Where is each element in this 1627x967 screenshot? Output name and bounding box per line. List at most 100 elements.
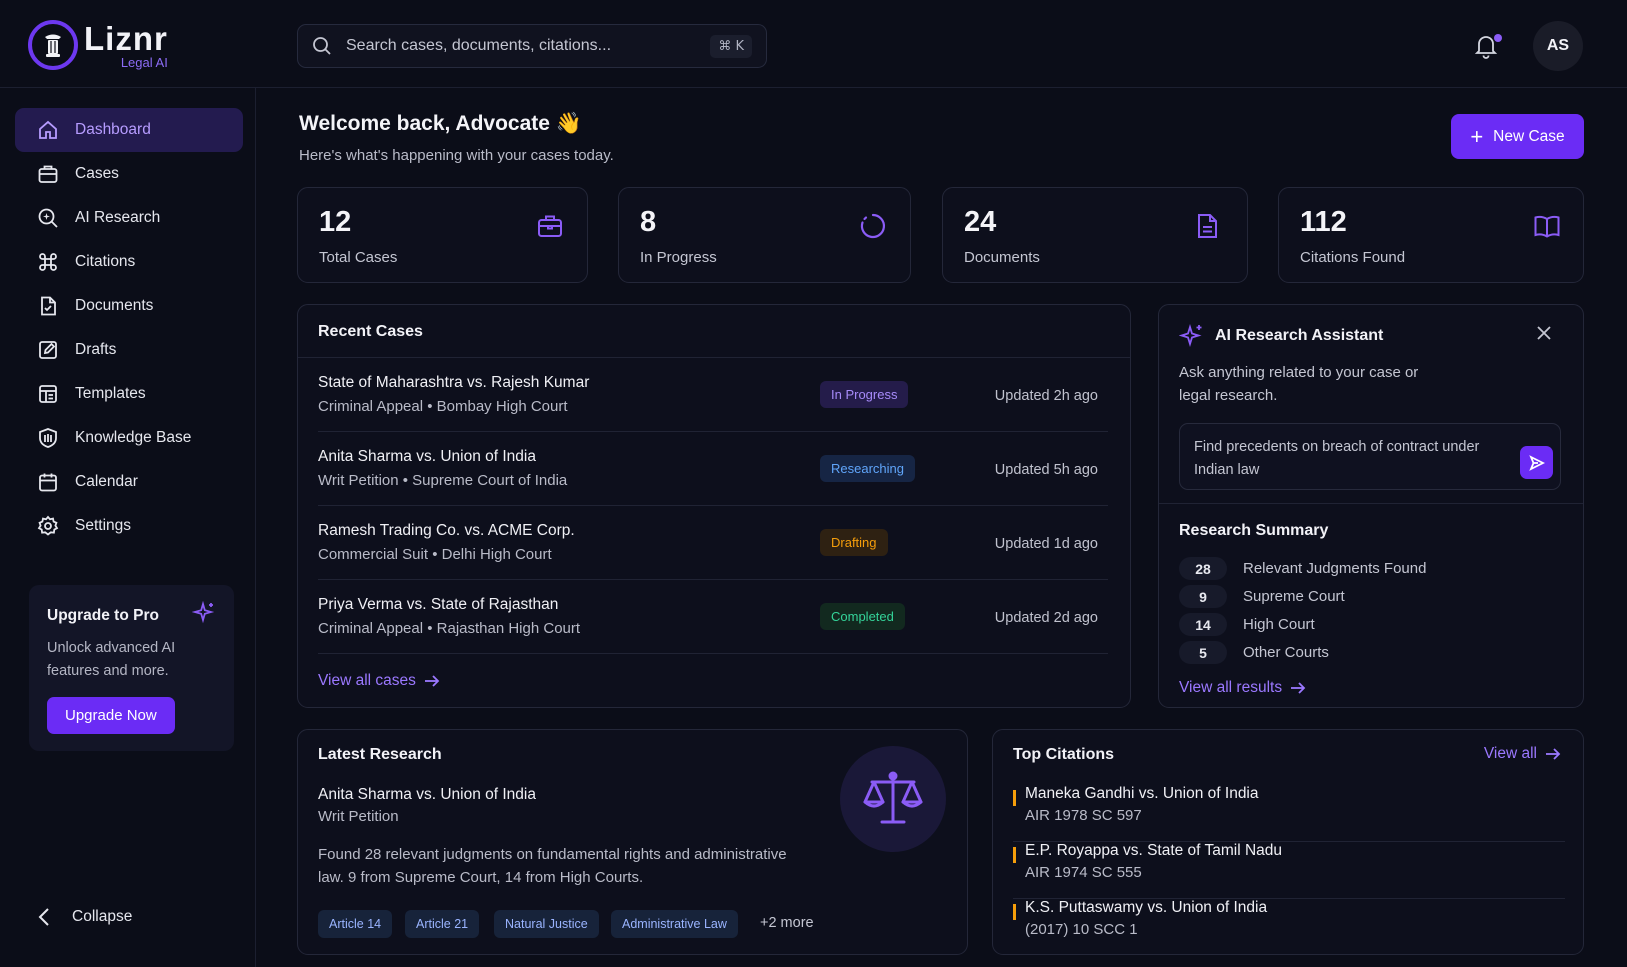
home-icon	[39, 120, 57, 139]
logo-pillar-icon	[28, 20, 78, 70]
notification-dot	[1494, 34, 1502, 42]
case-row[interactable]: Ramesh Trading Co. vs. ACME Corp. Commer…	[318, 506, 1108, 580]
citation-title: K.S. Puttaswamy vs. Union of India	[1025, 899, 1268, 916]
new-case-button[interactable]: + New Case	[1451, 114, 1584, 159]
view-all-citations-link[interactable]: View all	[1484, 745, 1561, 763]
assistant-query-input[interactable]: Find precedents on breach of contract un…	[1194, 436, 1514, 482]
sidebar-item-ai-research[interactable]: AI Research	[15, 196, 243, 240]
case-subtitle: Criminal Appeal • Rajasthan High Court	[318, 620, 581, 637]
case-row[interactable]: State of Maharashtra vs. Rajesh Kumar Cr…	[318, 358, 1108, 432]
sidebar-item-label: Citations	[75, 253, 136, 270]
research-summary-title: Research Summary	[1179, 522, 1329, 539]
case-title: Ramesh Trading Co. vs. ACME Corp.	[318, 522, 575, 539]
research-case-title[interactable]: Anita Sharma vs. Union of India	[318, 786, 536, 804]
stat-card-documents[interactable]: 24 Documents	[942, 187, 1248, 283]
sidebar-item-label: AI Research	[75, 209, 161, 226]
send-button[interactable]	[1520, 446, 1553, 479]
command-icon	[39, 253, 57, 271]
case-subtitle: Commercial Suit • Delhi High Court	[318, 546, 552, 563]
case-row[interactable]: Anita Sharma vs. Union of India Writ Pet…	[318, 432, 1108, 506]
summary-row: 9 Supreme Court	[1179, 585, 1345, 608]
case-subtitle: Criminal Appeal • Bombay High Court	[318, 398, 568, 415]
view-all-citations-label: View all	[1483, 745, 1537, 762]
citation-item[interactable]: K.S. Puttaswamy vs. Union of India (2017…	[1013, 899, 1565, 949]
sidebar-item-knowledge-base[interactable]: Knowledge Base	[15, 416, 243, 460]
stat-card-in-progress[interactable]: 8 In Progress	[618, 187, 911, 283]
collapse-button[interactable]: Collapse	[38, 907, 132, 927]
summary-count: 9	[1179, 585, 1227, 608]
template-icon	[39, 385, 57, 403]
stat-value: 12	[319, 206, 352, 238]
status-badge: Drafting	[820, 529, 888, 556]
view-all-cases-link[interactable]: View all cases	[318, 672, 440, 690]
app-logo[interactable]: Liznr Legal AI	[28, 20, 168, 70]
edit-icon	[39, 341, 57, 359]
status-badge: Researching	[820, 455, 915, 482]
top-bar: Liznr Legal AI ⌘ K AS	[0, 0, 1627, 88]
case-row[interactable]: Priya Verma vs. State of Rajasthan Crimi…	[318, 580, 1108, 654]
sidebar-item-label: Templates	[75, 385, 146, 402]
send-icon	[1528, 454, 1545, 471]
summary-row: 5 Other Courts	[1179, 641, 1329, 664]
case-updated: Updated 2h ago	[994, 388, 1098, 404]
sidebar-item-templates[interactable]: Templates	[15, 372, 243, 416]
search-sparkle-icon	[38, 208, 58, 228]
ai-research-assistant-panel: AI Research Assistant Ask anything relat…	[1158, 304, 1584, 708]
more-tags[interactable]: +2 more	[760, 915, 814, 931]
view-all-cases-label: View all cases	[318, 672, 416, 689]
scales-badge	[840, 746, 946, 852]
sidebar-item-dashboard[interactable]: Dashboard	[15, 108, 243, 152]
app-name: Liznr	[84, 19, 168, 57]
sidebar: Dashboard Cases AI Research Citations Do…	[0, 88, 256, 967]
tag-chip[interactable]: Article 21	[405, 910, 480, 938]
search-input[interactable]	[346, 37, 711, 55]
document-icon	[41, 296, 56, 316]
summary-count: 5	[1179, 641, 1227, 664]
sidebar-item-label: Settings	[75, 517, 132, 534]
assistant-input-box[interactable]: Find precedents on breach of contract un…	[1179, 423, 1561, 490]
search-icon	[313, 37, 331, 55]
research-description: Found 28 relevant judgments on fundament…	[318, 843, 787, 889]
top-citations-panel: Top Citations View all Maneka Gandhi vs.…	[992, 729, 1584, 955]
sidebar-item-label: Documents	[75, 297, 154, 314]
case-subtitle: Writ Petition • Supreme Court of India	[318, 472, 568, 489]
recent-cases-title: Recent Cases	[318, 323, 423, 340]
sidebar-item-cases[interactable]: Cases	[15, 152, 243, 196]
sidebar-item-citations[interactable]: Citations	[15, 240, 243, 284]
case-updated: Updated 1d ago	[994, 536, 1098, 552]
sidebar-item-settings[interactable]: Settings	[15, 504, 243, 548]
citation-item[interactable]: E.P. Royappa vs. State of Tamil Nadu AIR…	[1013, 842, 1565, 899]
latest-research-panel: Latest Research Anita Sharma vs. Union o…	[297, 729, 968, 955]
stat-value: 112	[1300, 206, 1347, 238]
case-title: State of Maharashtra vs. Rajesh Kumar	[318, 374, 590, 391]
search-bar[interactable]: ⌘ K	[297, 24, 767, 68]
shield-book-icon	[39, 428, 57, 448]
upgrade-description: Unlock advanced AI features and more.	[47, 640, 176, 679]
document-icon	[1198, 214, 1217, 238]
sidebar-item-calendar[interactable]: Calendar	[15, 460, 243, 504]
chevron-left-icon	[38, 908, 49, 926]
sparkle-icon	[1179, 323, 1202, 348]
close-icon[interactable]	[1536, 325, 1552, 341]
top-citations-title: Top Citations	[1013, 746, 1115, 763]
progress-icon	[860, 213, 885, 239]
app-subtitle: Legal AI	[120, 54, 168, 70]
citation-item[interactable]: Maneka Gandhi vs. Union of India AIR 197…	[1013, 785, 1565, 842]
upgrade-now-button[interactable]: Upgrade Now	[47, 697, 175, 734]
user-avatar[interactable]: AS	[1533, 21, 1583, 71]
tag-chip[interactable]: Article 14	[318, 910, 393, 938]
stat-label: Documents	[964, 249, 1040, 266]
stat-card-total-cases[interactable]: 12 Total Cases	[297, 187, 588, 283]
view-all-results-link[interactable]: View all results	[1179, 679, 1306, 697]
case-title: Anita Sharma vs. Union of India	[318, 448, 536, 465]
research-description-line: Found 28 relevant judgments on fundament…	[318, 846, 787, 863]
tag-chip[interactable]: Administrative Law	[611, 910, 738, 938]
stat-card-citations[interactable]: 112 Citations Found	[1278, 187, 1584, 283]
plus-icon: +	[1470, 123, 1484, 149]
tag-chip[interactable]: Natural Justice	[494, 910, 599, 938]
sidebar-item-drafts[interactable]: Drafts	[15, 328, 243, 372]
citation-reference: (2017) 10 SCC 1	[1025, 921, 1138, 938]
summary-count: 28	[1179, 557, 1227, 580]
sidebar-item-documents[interactable]: Documents	[15, 284, 243, 328]
sidebar-item-label: Cases	[75, 165, 119, 182]
